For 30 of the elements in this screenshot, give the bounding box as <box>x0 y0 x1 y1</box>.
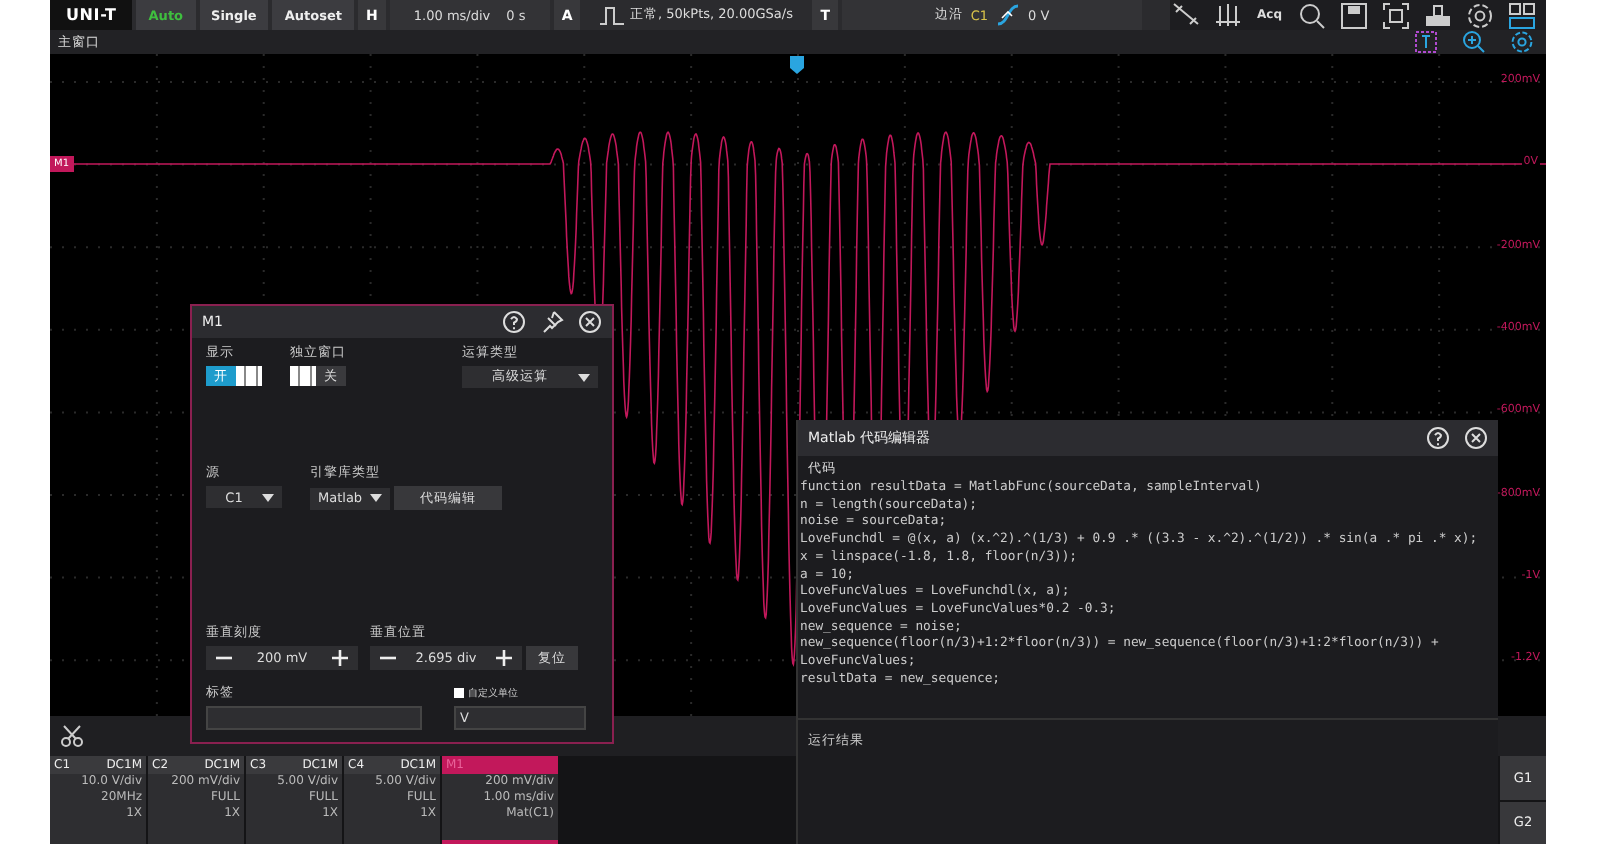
trigger-position-marker[interactable] <box>790 56 804 74</box>
dropdown-arrow-icon <box>262 493 274 501</box>
plus-icon[interactable] <box>496 650 512 666</box>
screen-capture-icon[interactable] <box>1380 0 1412 31</box>
pin-icon[interactable] <box>540 310 564 334</box>
rising-edge-icon <box>996 4 1021 26</box>
print-icon[interactable] <box>1422 0 1454 31</box>
help-icon[interactable] <box>1426 426 1450 450</box>
search-icon[interactable] <box>1296 0 1328 31</box>
cursor-marker-icon[interactable] <box>1414 30 1438 54</box>
help-icon[interactable] <box>502 310 526 334</box>
settings-icon[interactable] <box>1510 30 1534 54</box>
checkbox[interactable] <box>454 688 464 698</box>
close-icon[interactable] <box>1464 426 1488 450</box>
plus-icon[interactable] <box>332 650 348 666</box>
measure-icon[interactable] <box>1211 0 1243 31</box>
dropdown-arrow-icon <box>370 494 383 502</box>
brand-logo: UNI-T <box>50 0 133 30</box>
save-icon[interactable] <box>1338 0 1370 31</box>
grip-icon <box>290 366 316 386</box>
settings-icon[interactable] <box>1464 0 1496 31</box>
layout-icon[interactable] <box>1506 0 1538 31</box>
zoom-icon[interactable] <box>1462 30 1486 54</box>
pulse-icon <box>600 5 624 25</box>
scissors-icon[interactable] <box>60 724 84 748</box>
cursor-tool-icon[interactable] <box>1169 0 1201 31</box>
label-input[interactable] <box>206 706 422 730</box>
close-icon[interactable] <box>578 310 602 334</box>
dropdown-arrow-icon <box>578 373 590 381</box>
grip-icon <box>236 366 262 386</box>
